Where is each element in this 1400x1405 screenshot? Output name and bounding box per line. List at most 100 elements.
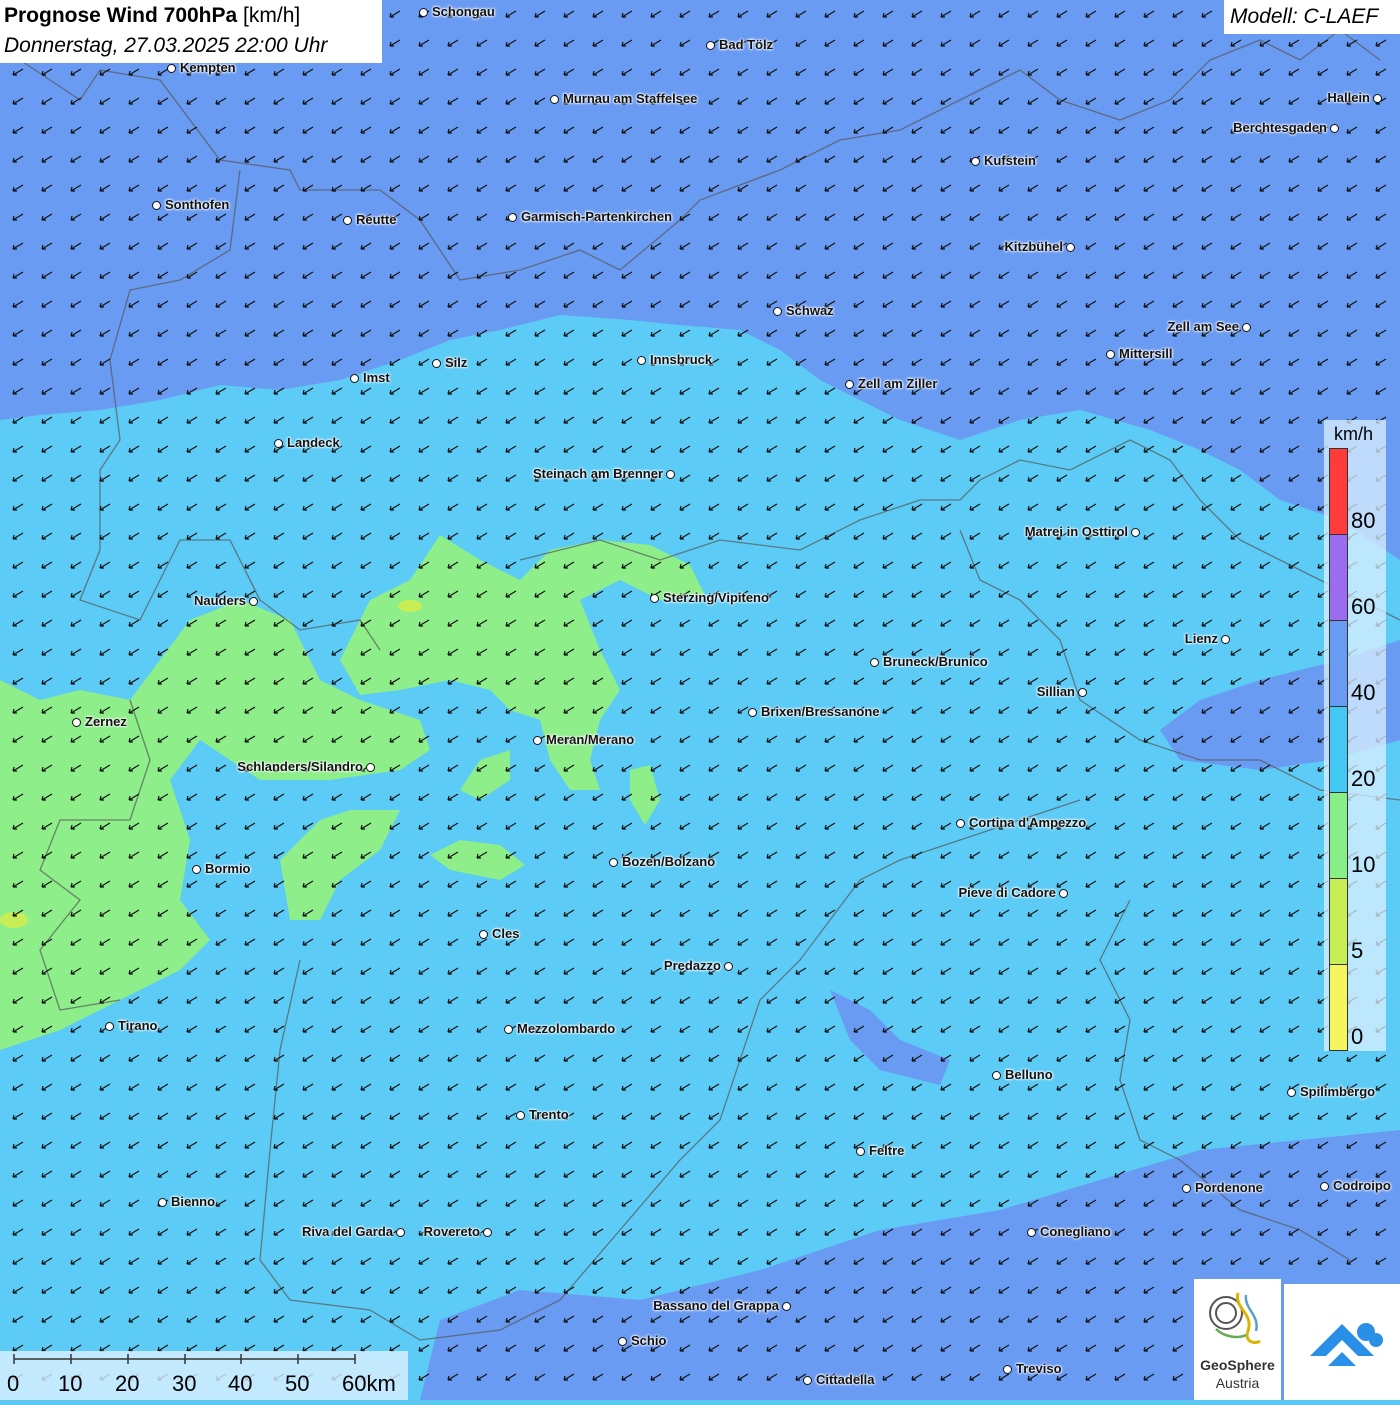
model-label: Modell: C-LAEF [1230,5,1379,28]
city-marker [1106,350,1115,359]
legend-tick: 0 [1351,1024,1364,1049]
city-label: Imst [363,370,390,385]
title-unit: [km/h] [243,4,301,27]
city-label: Sterzing/Vipiteno [663,590,769,605]
city-marker [724,962,733,971]
city-marker [1182,1184,1191,1193]
geosphere-name: GeoSphere [1200,1357,1275,1373]
legend-tick: 5 [1351,938,1364,963]
city-marker [1373,94,1382,103]
city-marker [803,1376,812,1385]
city-label: Bruneck/Brunico [883,654,988,669]
city-label: Bozen/Bolzano [622,854,716,869]
city-marker [1078,688,1087,697]
city-marker [366,763,375,772]
city-label: Treviso [1016,1361,1062,1376]
geosphere-logo[interactable]: GeoSphere Austria [1194,1279,1281,1400]
city-label: Tirano [118,1018,158,1033]
city-label: Schlanders/Silandro [237,759,363,774]
legend-band-0 [1329,964,1348,1051]
city-label: Steinach am Brenner [532,466,663,481]
city-label: Zell am Ziller [858,376,938,391]
city-label: Zell am See [1167,319,1239,334]
city-label: Kufstein [984,153,1036,168]
title-box: Prognose Wind 700hPa [km/h] Donnerstag, … [0,0,382,63]
city-label: Sillian [1036,684,1075,699]
city-marker [666,470,675,479]
city-label: Schio [631,1333,667,1348]
city-label: Schwaz [786,303,834,318]
city-marker [1066,243,1075,252]
legend-band-5-10 [1329,792,1348,879]
city-label: Spilimbergo [1300,1084,1376,1099]
city-marker [748,708,757,717]
city-marker [618,1337,627,1346]
city-label: Silz [445,355,468,370]
legend-tick: 20 [1351,766,1376,791]
city-marker [508,213,517,222]
city-marker [516,1111,525,1120]
city-marker [1027,1228,1036,1237]
city-label: Bassano del Grappa [653,1298,779,1313]
city-marker [1330,124,1339,133]
city-label: Murnau am Staffelsee [563,91,698,106]
scale-label: 50 [285,1371,310,1396]
city-marker [637,356,646,365]
city-marker [350,374,359,383]
city-label: Predazzo [663,958,721,973]
city-label: Berchtesgaden [1233,120,1327,135]
city-label: Sonthofen [165,197,230,212]
forecast-datetime: Donnerstag, 27.03.2025 22:00 Uhr [4,34,328,57]
city-label: Conegliano [1040,1224,1111,1239]
city-marker [105,1022,114,1031]
city-marker [483,1228,492,1237]
city-marker [971,157,980,166]
city-marker [1320,1182,1329,1191]
legend-band-0-5 [1329,878,1348,965]
city-marker [249,597,258,606]
city-label: Pieve di Cadore [958,885,1056,900]
city-label: Trento [529,1107,569,1122]
wind-zone-5-10-b [398,600,422,612]
city-label: Codroipo [1333,1178,1391,1193]
city-label: Bad Tölz [719,37,774,52]
legend-band-10-20 [1329,706,1348,793]
city-label: Bienno [171,1194,216,1209]
map-title: Prognose Wind 700hPa [km/h] [4,4,300,28]
legend-tick: 40 [1351,680,1376,705]
city-marker [1059,889,1068,898]
cloud-arrow-icon [1310,1323,1383,1366]
city-marker [432,359,441,368]
city-label: Feltre [869,1143,905,1158]
model-box: Modell: C-LAEF [1224,0,1400,34]
city-label: Meran/Merano [546,732,635,747]
city-marker [845,380,854,389]
city-marker [533,736,542,745]
weather-app-logo[interactable] [1284,1284,1400,1400]
scale-label: 60km [342,1371,396,1396]
city-label: Mittersill [1119,346,1173,361]
legend-tick: 60 [1351,594,1376,619]
city-marker [152,201,161,210]
city-label: Reutte [356,212,397,227]
city-label: Lienz [1184,631,1218,646]
city-marker [609,858,618,867]
city-label: Cles [492,926,520,941]
city-marker [773,307,782,316]
city-label: Cortina d'Ampezzo [969,815,1087,830]
scale-label: 30 [172,1371,197,1396]
city-label: Belluno [1005,1067,1053,1082]
city-marker [167,64,176,73]
city-marker [343,216,352,225]
scale-label: 20 [115,1371,140,1396]
legend-band-20-40 [1329,620,1348,707]
city-label: Pordenone [1195,1180,1263,1195]
city-label: Schongau [432,4,495,19]
city-label: Hallein [1327,90,1370,105]
city-label: Matrei in Osttirol [1024,524,1128,539]
city-marker [504,1025,513,1034]
geosphere-mark-icon [1209,1292,1261,1345]
city-label: Garmisch-Partenkirchen [521,209,673,224]
city-label: Rovereto [423,1224,480,1239]
city-marker [396,1228,405,1237]
